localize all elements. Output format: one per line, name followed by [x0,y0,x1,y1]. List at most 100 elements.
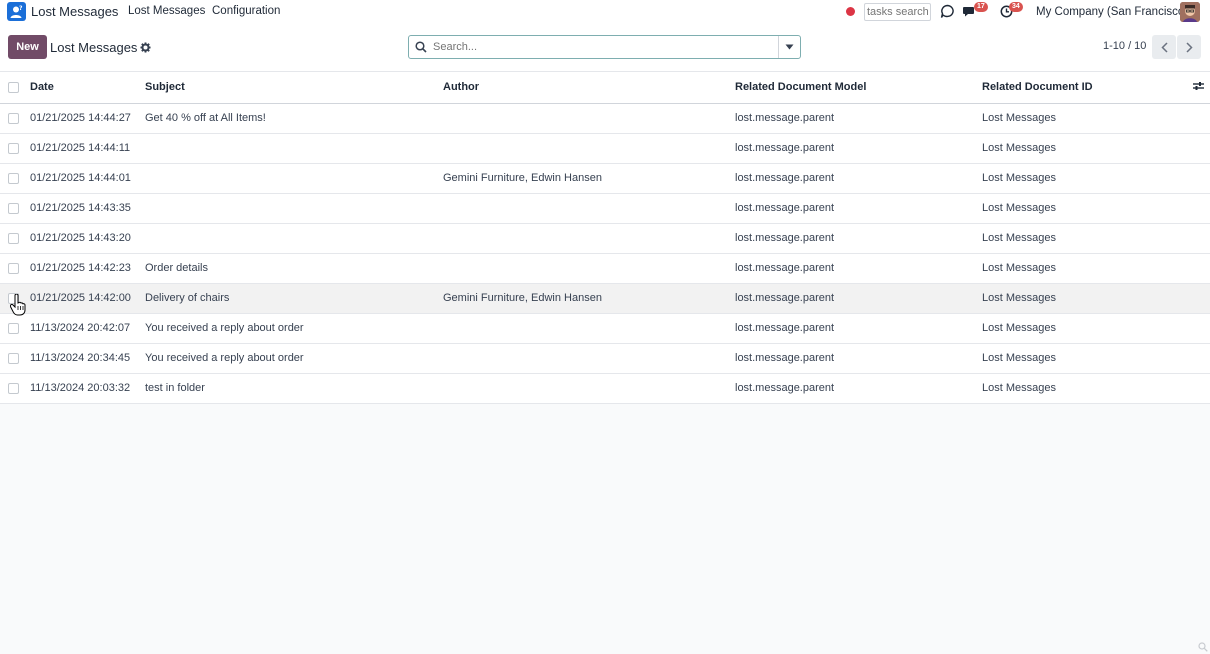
row-author [439,193,731,223]
row-checkbox[interactable] [8,292,19,304]
table-row[interactable]: 01/21/2025 14:42:23 Order details lost.mes… [0,253,1210,283]
company-switcher[interactable]: My Company (San Francisco) [1036,0,1188,23]
pager-next-button[interactable] [1177,35,1201,59]
row-checkbox[interactable] [8,262,19,274]
row-model: lost.message.parent [735,112,835,124]
row-model: lost.message.parent [735,202,835,214]
column-header-subject[interactable]: Subject [141,72,439,103]
row-document-id: Lost Messages [982,382,1056,394]
activities-button[interactable]: 34 [1000,0,1028,23]
row-document-id: Lost Messages [982,112,1056,124]
row-date: 01/21/2025 14:44:27 [30,112,131,124]
table-row[interactable]: 01/21/2025 14:44:27 Get 40 % off at All I… [0,103,1210,133]
row-document-id: Lost Messages [982,232,1056,244]
row-document-id: Lost Messages [982,172,1056,184]
row-date: 11/13/2024 20:42:07 [30,322,131,334]
row-date: 01/21/2025 14:42:00 [30,292,131,304]
menu-lost-messages[interactable]: Lost Messages [128,5,205,17]
row-spacer [1179,163,1210,193]
row-document-id: Lost Messages [982,202,1056,214]
row-document-id: Lost Messages [982,262,1056,274]
search-options-toggle[interactable] [778,36,800,58]
row-model: lost.message.parent [735,382,835,394]
activities-badge: 34 [1009,2,1023,12]
messages-button[interactable]: 17 [963,0,991,23]
gear-icon[interactable] [140,42,151,53]
table-row[interactable]: 01/21/2025 14:44:11 lost.message.parent Lo… [0,133,1210,163]
row-date: 01/21/2025 14:43:35 [30,202,131,214]
row-model: lost.message.parent [735,232,835,244]
search-input[interactable] [433,37,778,57]
row-author [439,103,731,133]
table-row[interactable]: 01/21/2025 14:44:01 Gemini Furniture, Edw… [0,163,1210,193]
row-date: 01/21/2025 14:42:23 [30,262,131,274]
row-checkbox[interactable] [8,202,19,214]
row-spacer [1179,373,1210,403]
row-document-id: Lost Messages [982,142,1056,154]
row-checkbox[interactable] [8,112,19,124]
row-model: lost.message.parent [735,322,835,334]
row-checkbox[interactable] [8,322,19,334]
row-model: lost.message.parent [735,352,835,364]
tasks-search-input[interactable] [864,2,931,21]
row-checkbox[interactable] [8,172,19,184]
column-header-author[interactable]: Author [439,72,731,103]
row-author: Gemini Furniture, Edwin Hansen [443,172,602,184]
table-row[interactable]: 11/13/2024 20:42:07 You received a reply … [0,313,1210,343]
row-date: 01/21/2025 14:44:01 [30,172,131,184]
new-button[interactable]: New [8,35,47,59]
row-model: lost.message.parent [735,262,835,274]
lost-messages-app-icon[interactable]: ? [7,2,26,21]
table-header-row: Date Subject Author Related Document Mod… [0,72,1210,103]
user-menu[interactable] [1180,0,1200,23]
row-author [439,223,731,253]
record-dot-icon [846,7,855,16]
row-date: 01/21/2025 14:43:20 [30,232,131,244]
recording-indicator[interactable] [846,0,855,23]
row-subject [141,163,439,193]
messages-table: Date Subject Author Related Document Mod… [0,72,1210,404]
row-subject: test in folder [145,382,205,394]
optional-columns-toggle[interactable] [1179,72,1210,103]
control-panel: New Lost Messages 1-10 / 10 [0,23,1210,72]
breadcrumb: Lost Messages [50,40,151,55]
row-date: 11/13/2024 20:03:32 [30,382,131,394]
row-spacer [1179,343,1210,373]
magnifier-icon [1198,642,1208,652]
row-checkbox[interactable] [8,142,19,154]
row-subject: You received a reply about order [145,322,304,334]
app-name[interactable]: Lost Messages [31,4,118,19]
row-spacer [1179,283,1210,313]
row-subject: Get 40 % off at All Items! [145,112,266,124]
row-author [439,253,731,283]
column-header-model[interactable]: Related Document Model [731,72,977,103]
discuss-button[interactable] [940,0,955,23]
row-date: 11/13/2024 20:34:45 [30,352,131,364]
table-row[interactable]: 11/13/2024 20:34:45 You received a reply … [0,343,1210,373]
row-checkbox[interactable] [8,382,19,394]
pager-value[interactable]: 1-10 / 10 [1103,40,1146,52]
row-spacer [1179,103,1210,133]
row-spacer [1179,193,1210,223]
svg-text:?: ? [19,5,23,12]
table-row[interactable]: 01/21/2025 14:43:35 lost.message.parent Lo… [0,193,1210,223]
row-spacer [1179,133,1210,163]
pager-previous-button[interactable] [1152,35,1176,59]
select-all-checkbox[interactable] [8,81,19,93]
row-author [439,313,731,343]
row-subject [141,223,439,253]
menu-configuration[interactable]: Configuration [212,5,280,17]
row-checkbox[interactable] [8,352,19,364]
search-icon [409,36,433,58]
row-date: 01/21/2025 14:44:11 [30,142,131,154]
column-header-date[interactable]: Date [26,72,141,103]
table-row[interactable]: 01/21/2025 14:42:00 Delivery of chairs Gem… [0,283,1210,313]
messages-badge: 17 [974,2,988,12]
table-row[interactable]: 01/21/2025 14:43:20 lost.message.parent Lo… [0,223,1210,253]
table-row[interactable]: 11/13/2024 20:03:32 test in folder lost.me… [0,373,1210,403]
chevron-left-icon [1160,41,1168,53]
row-document-id: Lost Messages [982,352,1056,364]
column-header-document-id[interactable]: Related Document ID [977,72,1179,103]
row-subject: Delivery of chairs [145,292,230,304]
row-checkbox[interactable] [8,232,19,244]
